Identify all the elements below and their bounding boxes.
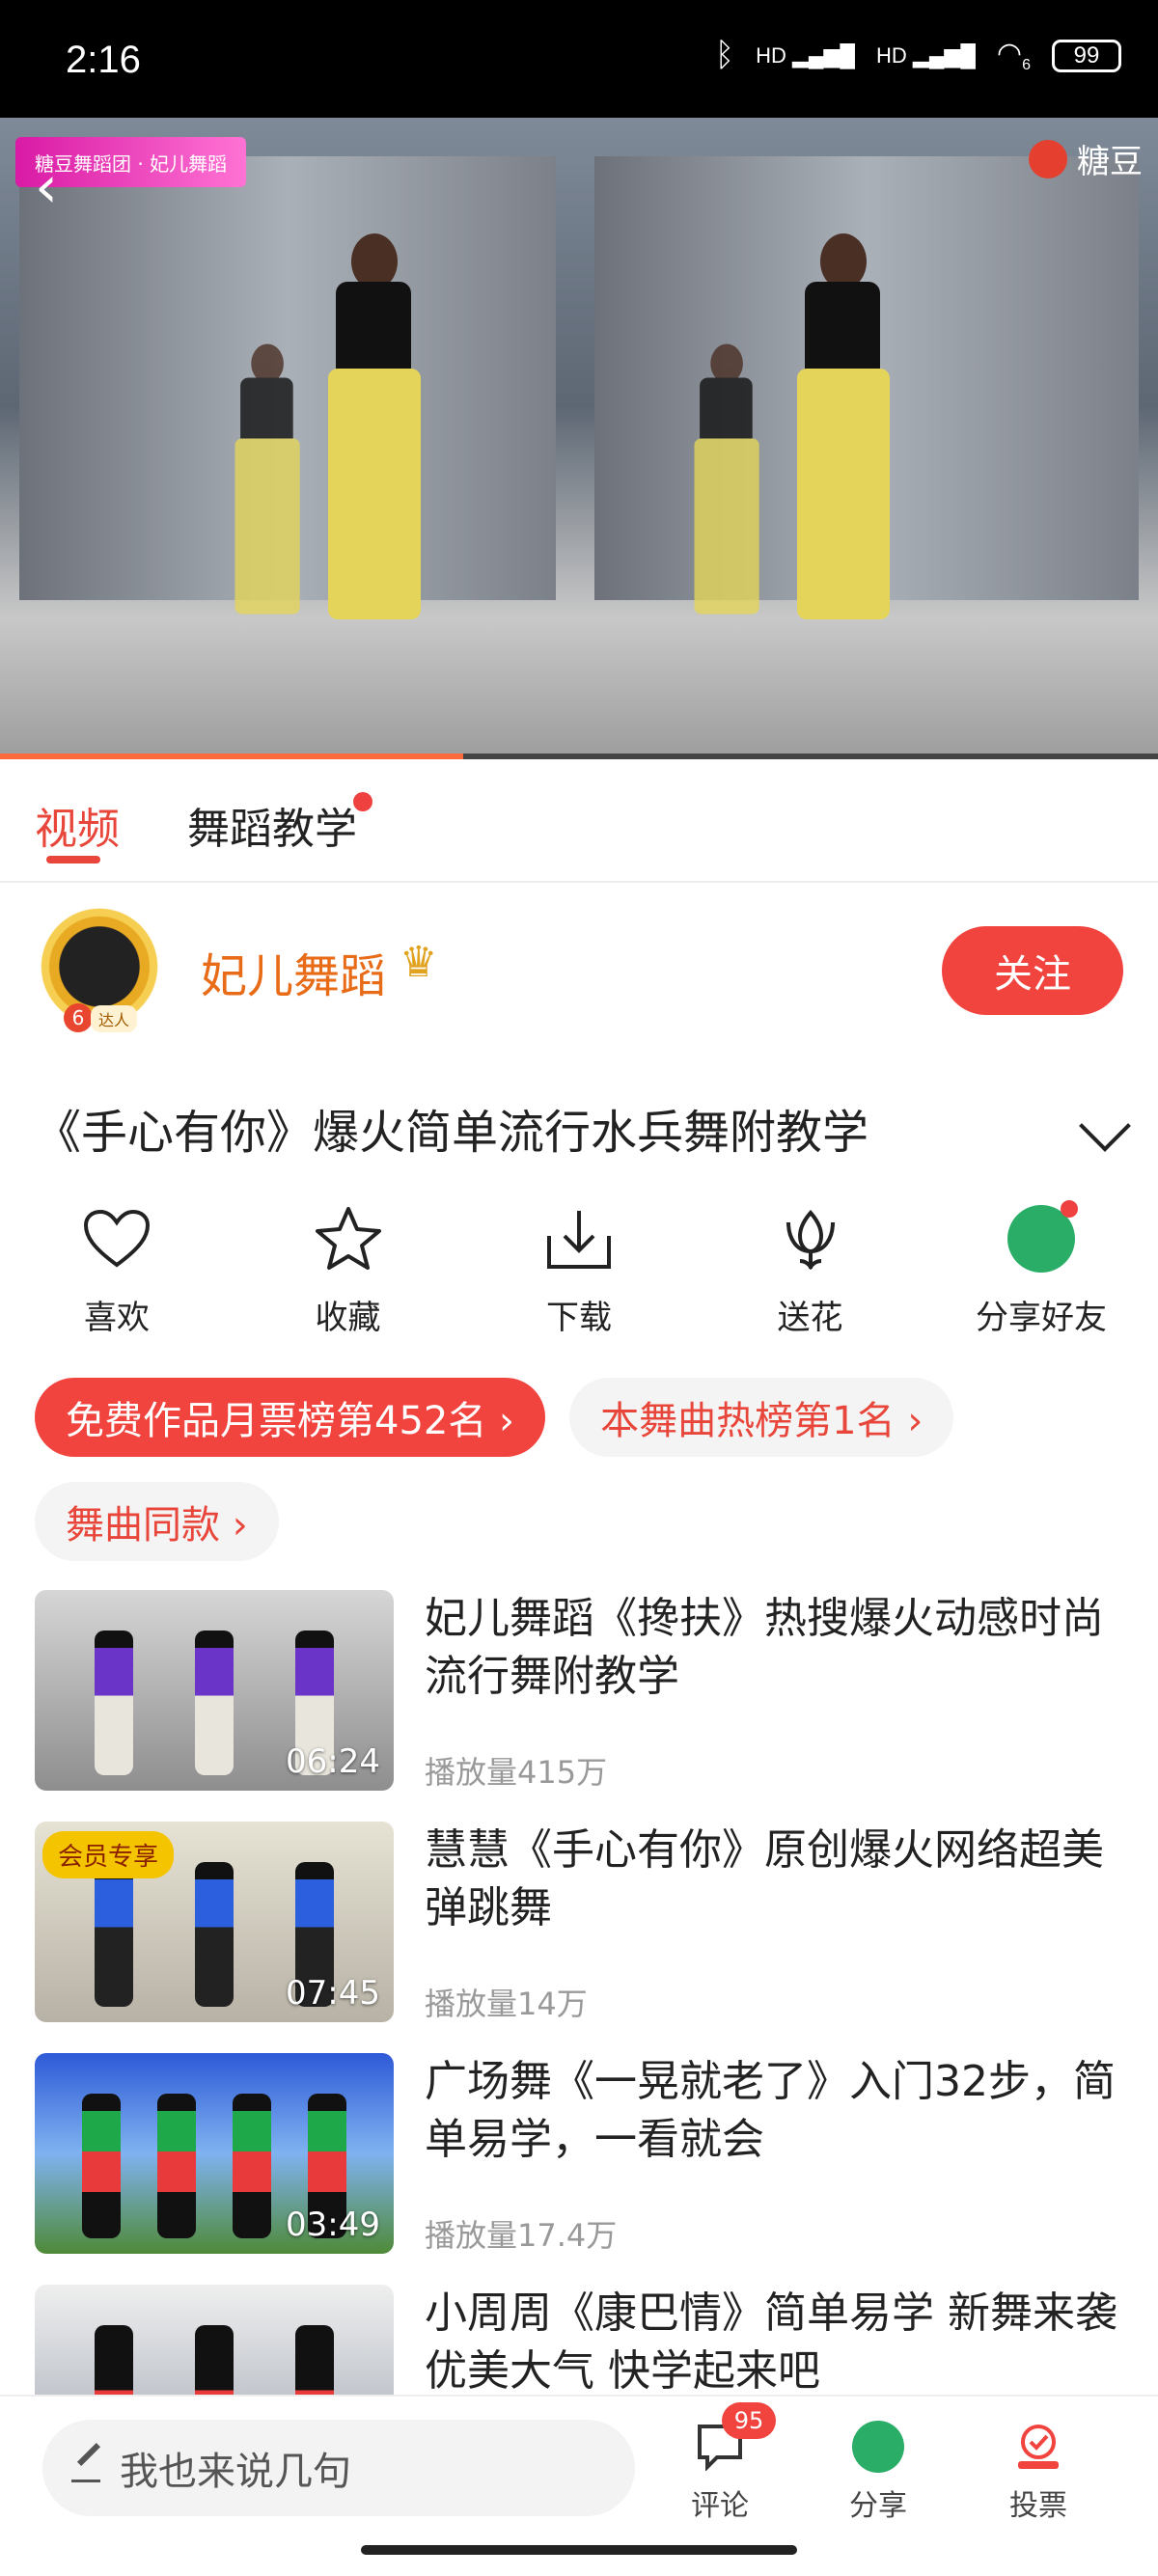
list-item[interactable]: 03:49 广场舞《一晃就老了》入门32步，简单易学，一看就会 播放量17.4万 bbox=[35, 2053, 1123, 2285]
download-icon bbox=[535, 1194, 623, 1283]
status-icons: ᛒ HD ▂▄▆█ HD ▂▄▆█ ◠6 99 bbox=[715, 37, 1121, 74]
heart-icon bbox=[72, 1194, 161, 1283]
dancer-figure bbox=[318, 233, 425, 648]
vote-label: 投票 bbox=[1009, 2489, 1067, 2523]
back-arrow-icon[interactable]: ‹ bbox=[35, 158, 58, 216]
chevron-down-icon[interactable] bbox=[1079, 1100, 1131, 1152]
item-title: 小周周《康巴情》简单易学 新舞来袭 优美大气 快学起来吧 bbox=[425, 2288, 1117, 2396]
tangdou-logo-icon bbox=[1029, 139, 1067, 178]
crown-icon: ♛ bbox=[400, 938, 438, 987]
view-count: 播放量17.4万 bbox=[425, 2217, 618, 2254]
flower-icon bbox=[766, 1194, 855, 1283]
video-player[interactable]: 糖豆舞蹈团 · 妃儿舞蹈 ‹ 糖豆 bbox=[0, 118, 1158, 759]
list-item[interactable]: 06:24 妃儿舞蹈《搀扶》热搜爆火动感时尚流行舞附教学 播放量415万 bbox=[35, 1590, 1123, 1822]
watermark: 糖豆 bbox=[1029, 135, 1143, 182]
hot-rank-chip[interactable]: 本舞曲热榜第1名 › bbox=[569, 1378, 954, 1457]
content-tabs: 视频 舞蹈教学 bbox=[0, 759, 1158, 883]
monthly-ticket-rank-chip[interactable]: 免费作品月票榜第452名 › bbox=[35, 1378, 546, 1457]
like-label: 喜欢 bbox=[84, 1299, 150, 1337]
comment-label: 评论 bbox=[691, 2489, 749, 2523]
favorite-label: 收藏 bbox=[315, 1299, 381, 1337]
related-video-list: 06:24 妃儿舞蹈《搀扶》热搜爆火动感时尚流行舞附教学 播放量415万 会员专… bbox=[35, 1590, 1123, 2516]
item-title: 妃儿舞蹈《搀扶》热搜爆火动感时尚流行舞附教学 bbox=[425, 1594, 1104, 1701]
home-indicator[interactable] bbox=[361, 2545, 797, 2555]
send-flower-button[interactable]: 送花 bbox=[729, 1194, 893, 1349]
duration-label: 07:45 bbox=[286, 1974, 380, 2013]
vip-badge: 会员专享 bbox=[42, 1831, 175, 1878]
share-label: 分享 bbox=[849, 2489, 907, 2523]
download-label: 下载 bbox=[546, 1299, 612, 1337]
download-button[interactable]: 下载 bbox=[497, 1194, 661, 1349]
comment-placeholder: 我也来说几句 bbox=[120, 2450, 351, 2494]
favorite-button[interactable]: 收藏 bbox=[266, 1194, 430, 1349]
battery-icon: 99 bbox=[1052, 39, 1121, 72]
send-flower-label: 送花 bbox=[777, 1299, 843, 1337]
wechat-icon bbox=[997, 1194, 1086, 1283]
tab-video[interactable]: 视频 bbox=[35, 794, 120, 856]
video-thumbnail: 会员专享 07:45 bbox=[35, 1822, 394, 2022]
dancer-reflection bbox=[688, 343, 762, 635]
wifi-icon: ◠6 bbox=[996, 38, 1031, 73]
status-bar: 2:16 ᛒ HD ▂▄▆█ HD ▂▄▆█ ◠6 99 bbox=[0, 0, 1158, 118]
pencil-icon bbox=[71, 2453, 100, 2482]
comment-icon: 95 bbox=[693, 2402, 776, 2474]
watermark-text: 糖豆 bbox=[1077, 143, 1143, 181]
video-frame-right bbox=[575, 118, 1158, 759]
share-friends-label: 分享好友 bbox=[976, 1299, 1107, 1337]
share-friends-button[interactable]: 分享好友 bbox=[959, 1194, 1123, 1349]
view-count: 播放量415万 bbox=[425, 1754, 608, 1791]
status-time: 2:16 bbox=[66, 39, 141, 81]
signal-icon-2: HD ▂▄▆█ bbox=[876, 42, 976, 68]
duration-label: 03:49 bbox=[286, 2206, 380, 2244]
wechat-icon bbox=[851, 2420, 905, 2474]
vote-icon bbox=[1011, 2420, 1065, 2474]
video-title-row[interactable]: 《手心有你》爆火简单流行水兵舞附教学 bbox=[35, 1084, 1131, 1167]
comment-button[interactable]: 95 评论 bbox=[662, 2402, 778, 2524]
level-badge: 6 bbox=[64, 1003, 93, 1032]
signal-icon: HD ▂▄▆█ bbox=[756, 42, 855, 68]
author-row: 6 达人 妃儿舞蹈 ♛ 关注 bbox=[35, 905, 1123, 1042]
dancer-figure bbox=[787, 233, 894, 648]
item-title: 慧慧《手心有你》原创爆火网络超美弹跳舞 bbox=[425, 1825, 1104, 1932]
share-button[interactable]: 分享 bbox=[820, 2420, 936, 2524]
list-item[interactable]: 会员专享 07:45 慧慧《手心有你》原创爆火网络超美弹跳舞 播放量14万 bbox=[35, 1822, 1123, 2053]
vote-button[interactable]: 投票 bbox=[980, 2420, 1096, 2524]
video-thumbnail: 03:49 bbox=[35, 2053, 394, 2254]
bluetooth-icon: ᛒ bbox=[714, 37, 735, 73]
view-count: 播放量14万 bbox=[425, 1986, 588, 2022]
comment-input[interactable]: 我也来说几句 bbox=[42, 2420, 635, 2516]
video-frame-left bbox=[0, 118, 575, 759]
item-title: 广场舞《一晃就老了》入门32步，简单易学，一看就会 bbox=[425, 2057, 1116, 2164]
video-title: 《手心有你》爆火简单流行水兵舞附教学 bbox=[35, 1106, 869, 1160]
ranking-chips: 免费作品月票榜第452名 › 本舞曲热榜第1名 › 舞曲同款 › bbox=[35, 1378, 1123, 1586]
comment-count-badge: 95 bbox=[722, 2402, 776, 2439]
action-bar: 喜欢 收藏 下载 送花 分享好友 bbox=[35, 1194, 1123, 1349]
new-dot-badge bbox=[353, 792, 372, 811]
talent-tag: 达人 bbox=[91, 1005, 138, 1032]
video-thumbnail: 06:24 bbox=[35, 1590, 394, 1791]
like-button[interactable]: 喜欢 bbox=[35, 1194, 199, 1349]
tab-teaching[interactable]: 舞蹈教学 bbox=[187, 794, 357, 856]
tab-active-indicator bbox=[46, 856, 100, 863]
same-song-chip[interactable]: 舞曲同款 › bbox=[35, 1482, 279, 1561]
follow-button[interactable]: 关注 bbox=[942, 926, 1123, 1015]
duration-label: 06:24 bbox=[286, 1742, 380, 1781]
new-dot-badge bbox=[1061, 1200, 1078, 1218]
star-icon bbox=[304, 1194, 393, 1283]
dancer-reflection bbox=[229, 343, 303, 635]
author-name[interactable]: 妃儿舞蹈 bbox=[201, 938, 386, 1005]
